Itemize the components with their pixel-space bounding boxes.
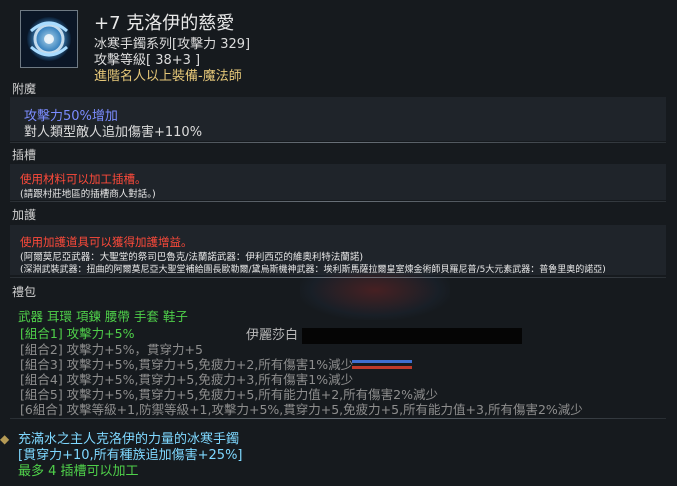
enchant-line-2: 對人類型敵人追加傷害+110% [24, 125, 203, 140]
divider [10, 277, 666, 278]
protect-label: 加護 [12, 208, 37, 222]
protect-line-2: (阿爾莫尼亞武器：大聖堂的祭司巴魯克/法蘭諾武器：伊利西亞的維奧利特法蘭諾) [20, 252, 364, 263]
bracelet-icon [20, 10, 78, 68]
redacted-block [302, 327, 523, 344]
flavor-line-3: 最多 4 插槽可以加工 [18, 464, 139, 479]
item-tooltip: 伊麗莎白 +7 克洛伊的慈愛 冰寒手鐲系列[攻擊力 329] 攻擊等級[38+… [0, 0, 677, 486]
setbonus-parts-text: 武器 耳環 項鍊 腰帶 手套 鞋子 [18, 309, 188, 324]
player-nameplate: 伊麗莎白 [246, 324, 523, 344]
socket-label: 插槽 [12, 148, 37, 162]
item-requirement: 進階名人以上裝備-魔法師 [94, 69, 242, 84]
divider [10, 142, 666, 143]
item-name: +7 克洛伊的慈愛 [94, 13, 235, 34]
divider [10, 418, 666, 419]
divider [10, 201, 666, 202]
setbonus-row-6: [6組合] 攻擊等級+1,防禦等級+1,攻擊力+5%,貫穿力+5,免疲力+5,所… [20, 402, 583, 417]
player-mp-bar [352, 366, 412, 369]
setbonus-label: 禮包 [12, 285, 37, 299]
protect-line-1: 使用加護道具可以獲得加護增益。 [20, 235, 193, 249]
socket-line-1: 使用材料可以加工插槽。 [20, 172, 147, 186]
tooltip-header: +7 克洛伊的慈愛 冰寒手鐲系列[攻擊力 329] 攻擊等級[ 38+3 ] 進… [0, 0, 677, 84]
protect-line-3: (深淵武裝武器：扭曲的阿爾莫尼亞大聖堂補給團長歐勒爾/黛烏斯機神武器：埃利斯馬薩… [20, 265, 606, 275]
scroll-icon: ◆ [0, 432, 10, 446]
socket-line-2: (請跟村莊地區的插槽商人對話。) [20, 189, 156, 200]
enchant-label: 附魔 [12, 82, 37, 96]
player-hp-bar [352, 360, 412, 363]
player-name: 伊麗莎白 [246, 328, 299, 343]
